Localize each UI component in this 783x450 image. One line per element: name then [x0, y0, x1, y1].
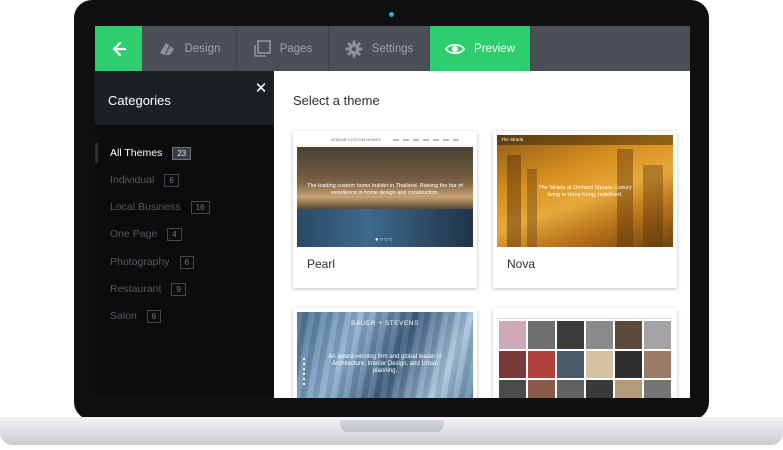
preview-photo: [615, 350, 642, 379]
tab-pages-label: Pages: [279, 42, 313, 55]
category-individual[interactable]: Individual 6: [95, 170, 274, 190]
category-label: Salon: [110, 310, 137, 322]
category-count-badge: 6: [179, 255, 194, 269]
arrow-left-icon: [112, 41, 126, 56]
categories-sidebar: Categories ✕ All Themes 23 Individual 6 …: [95, 71, 274, 398]
category-count-badge: 9: [171, 282, 186, 296]
tab-design[interactable]: Design: [142, 26, 237, 71]
theme-preview-image: [497, 312, 673, 398]
page-title: Select a theme: [293, 93, 380, 108]
category-label: Restaurant: [110, 283, 162, 295]
app-screen: Design Pages Settings Preview Categories…: [95, 26, 690, 398]
preview-photo: [615, 321, 642, 349]
preview-photo: [586, 350, 613, 379]
sidebar-header: Categories ✕: [95, 71, 274, 125]
tab-design-label: Design: [184, 42, 221, 55]
back-button[interactable]: [95, 26, 142, 71]
close-icon[interactable]: ✕: [253, 81, 269, 97]
category-all-themes[interactable]: All Themes 23: [95, 143, 274, 163]
preview-brand: BAUER + STEVENS: [351, 320, 419, 327]
theme-preview-image: BAUER + STEVENS An award-winning firm an…: [297, 312, 473, 398]
camera-dot: [389, 12, 394, 17]
pages-icon: [253, 39, 271, 57]
category-count-badge: 23: [172, 146, 192, 160]
preview-photo: [499, 350, 526, 379]
category-one-page[interactable]: One Page 4: [95, 224, 274, 244]
category-count-badge: 6: [146, 309, 162, 323]
preview-photo: [557, 350, 584, 379]
preview-building: [643, 165, 663, 247]
eye-icon: [445, 43, 466, 54]
theme-card[interactable]: [493, 308, 677, 398]
category-label: Individual: [110, 174, 155, 186]
preview-brand: ATADAR CUSTOM HOMES: [331, 137, 381, 142]
preview-tagline: An award-winning firm and global leader …: [328, 354, 442, 374]
category-salon[interactable]: Salon 6: [95, 306, 274, 326]
preview-photo: [499, 321, 526, 349]
preview-hero-photo: The leading custom home builder in Thail…: [297, 147, 473, 247]
preview-tagline: The Strada at Orchard Square. Luxury liv…: [538, 185, 632, 198]
preview-photo: [586, 321, 613, 349]
preview-brand: The Strada: [501, 137, 524, 142]
category-local-business[interactable]: Local Business 16: [95, 197, 274, 217]
category-count-badge: 6: [164, 173, 179, 187]
preview-nav-bar: ATADAR CUSTOM HOMES: [297, 135, 473, 146]
category-count-badge: 16: [190, 200, 210, 214]
theme-gallery: Select a theme ATADAR CUSTOM HOMES The l…: [274, 71, 690, 398]
tab-preview[interactable]: Preview: [430, 26, 530, 71]
category-count-badge: 4: [167, 227, 182, 241]
preview-photo: [528, 350, 555, 379]
preview-photo: [499, 380, 526, 398]
top-toolbar: Design Pages Settings Preview: [95, 26, 690, 71]
preview-photo: [615, 380, 642, 398]
tab-settings-label: Settings: [371, 42, 414, 55]
preview-building: [507, 155, 521, 247]
laptop-notch: [340, 420, 444, 432]
preview-tagline: The leading custom home builder in Thail…: [307, 183, 463, 196]
preview-photo-grid: [499, 321, 671, 398]
preview-slide-dots: ●○○○: [375, 237, 394, 243]
category-label: Local Business: [110, 201, 181, 213]
theme-card[interactable]: BAUER + STEVENS An award-winning firm an…: [293, 308, 477, 398]
preview-nav-bar: The Strada: [497, 135, 673, 145]
preview-photo: [557, 380, 584, 398]
category-label: All Themes: [110, 147, 163, 159]
category-label: Photography: [110, 256, 170, 268]
theme-name: Nova: [507, 257, 536, 271]
preview-building: [527, 169, 537, 247]
theme-card-pearl[interactable]: ATADAR CUSTOM HOMES The leading custom h…: [293, 131, 477, 288]
theme-card-nova[interactable]: The Strada The Strada at Orchard Square.…: [493, 131, 677, 288]
preview-photo: [528, 380, 555, 398]
preview-slide-dots: [303, 358, 305, 388]
category-label: One Page: [110, 228, 158, 240]
preview-photo: [528, 321, 555, 349]
preview-photo: [557, 321, 584, 349]
sidebar-title: Categories: [108, 93, 171, 108]
category-restaurant[interactable]: Restaurant 9: [95, 279, 274, 299]
theme-preview-image: The Strada The Strada at Orchard Square.…: [497, 135, 673, 247]
preview-photo: [644, 350, 671, 379]
preview-photo: [586, 380, 613, 398]
toolbar-empty-area: [530, 26, 690, 71]
preview-photo: [644, 380, 671, 398]
preview-nav-links: [393, 139, 463, 141]
category-photography[interactable]: Photography 6: [95, 252, 274, 272]
tab-settings[interactable]: Settings: [329, 26, 430, 71]
tab-preview-label: Preview: [474, 42, 515, 55]
preview-nav-bar: [497, 312, 673, 319]
design-icon: [159, 42, 174, 55]
gear-icon: [345, 40, 363, 57]
theme-preview-image: ATADAR CUSTOM HOMES The leading custom h…: [297, 135, 473, 247]
preview-photo: [644, 321, 671, 349]
tab-pages[interactable]: Pages: [237, 26, 329, 71]
theme-name: Pearl: [307, 257, 336, 271]
